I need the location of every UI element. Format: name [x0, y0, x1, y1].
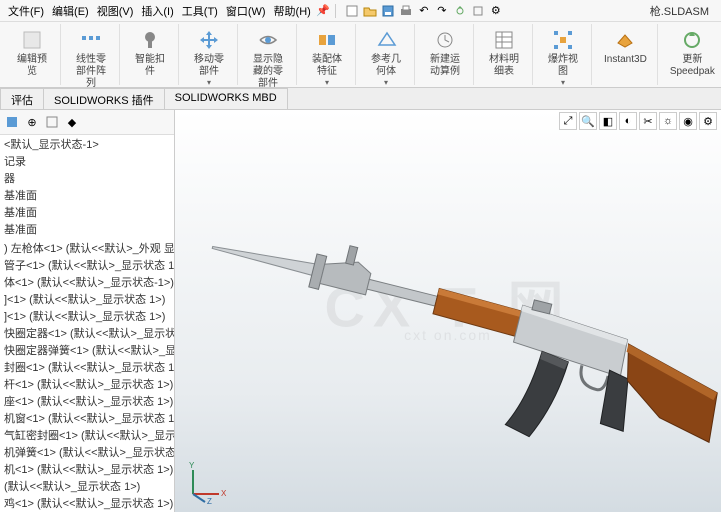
section-view-icon[interactable]: ✂	[639, 112, 657, 130]
tab-sw-mbd[interactable]: SOLIDWORKS MBD	[164, 88, 288, 109]
menu-view[interactable]: 视图(V)	[93, 1, 138, 21]
zoom-fit-icon[interactable]: ⤢	[559, 112, 577, 130]
exploded-view-button[interactable]: 爆炸视图▾	[541, 26, 585, 89]
quick-access-toolbar: ↶ ↷ ⚙	[344, 3, 504, 19]
display-style-icon[interactable]: ◐	[619, 112, 637, 130]
panel-tabs: ⊕ ◆	[0, 110, 174, 135]
command-tabs: 评估 SOLIDWORKS 插件 SOLIDWORKS MBD	[0, 88, 721, 110]
redo-icon[interactable]: ↷	[434, 3, 450, 19]
new-icon[interactable]	[344, 3, 360, 19]
document-title: 枪.SLDASM	[650, 3, 717, 19]
svg-text:Z: Z	[207, 497, 212, 504]
config-manager-icon[interactable]	[44, 114, 60, 130]
move-component-button[interactable]: 移动零部件▾	[187, 26, 231, 89]
menu-tools[interactable]: 工具(T)	[178, 1, 222, 21]
tree-item[interactable]: 基准面	[0, 188, 174, 205]
feature-manager-panel: ⊕ ◆ <默认_显示状态-1>记录器基准面基准面基准面) 左枪体<1> (默认<…	[0, 110, 175, 512]
property-manager-icon[interactable]: ⊕	[24, 114, 40, 130]
tree-item[interactable]: 气缸密封圈<1> (默认<<默认>_显示状态	[0, 428, 174, 445]
svg-text:Y: Y	[189, 461, 195, 470]
tree-item[interactable]: 机窗<1> (默认<<默认>_显示状态 1>)	[0, 411, 174, 428]
update-speedpak-button[interactable]: 更新Speedpak	[666, 26, 719, 80]
dim-expert-icon[interactable]: ◆	[64, 114, 80, 130]
tree-item[interactable]: 管子<1> (默认<<默认>_显示状态 1>)	[0, 258, 174, 275]
tree-item[interactable]: ]<1> (默认<<默认>_显示状态 1>)	[0, 309, 174, 326]
settings-icon[interactable]: ⚙	[488, 3, 504, 19]
tree-item[interactable]: ]<1> (默认<<默认>_显示状态 1>)	[0, 292, 174, 309]
model-rifle	[195, 180, 721, 480]
options-icon[interactable]	[470, 3, 486, 19]
tree-item[interactable]: 基准面	[0, 222, 174, 239]
view-triad[interactable]: Y X Z	[183, 460, 227, 504]
rebuild-icon[interactable]	[452, 3, 468, 19]
view-settings-icon[interactable]: ⚙	[699, 112, 717, 130]
menu-edit[interactable]: 编辑(E)	[48, 1, 93, 21]
save-icon[interactable]	[380, 3, 396, 19]
menu-file[interactable]: 文件(F)	[4, 1, 48, 21]
tree-item[interactable]: 座<1> (默认<<默认>_显示状态 1>)	[0, 394, 174, 411]
bom-button[interactable]: 材料明细表	[482, 26, 526, 80]
tree-item[interactable]: (默认<<默认>_显示状态 1>)	[0, 479, 174, 496]
tree-item[interactable]: 杆<1> (默认<<默认>_显示状态 1>)	[0, 377, 174, 394]
open-icon[interactable]	[362, 3, 378, 19]
menu-window[interactable]: 窗口(W)	[222, 1, 270, 21]
tree-item[interactable]: ) 左枪体<1> (默认<<默认>_外观 显示状	[0, 241, 174, 258]
tab-sw-plugin[interactable]: SOLIDWORKS 插件	[43, 88, 165, 109]
tree-item[interactable]: 快圈定器<1> (默认<<默认>_显示状态 1	[0, 326, 174, 343]
smart-fasteners-button[interactable]: 智能扣件	[128, 26, 172, 80]
edit-preview-button[interactable]: 编辑预览	[10, 26, 54, 80]
menu-bar: 文件(F) 编辑(E) 视图(V) 插入(I) 工具(T) 窗口(W) 帮助(H…	[0, 0, 721, 22]
appearance-icon[interactable]: ◉	[679, 112, 697, 130]
tree-item[interactable]: 封圈<1> (默认<<默认>_显示状态 1>)	[0, 360, 174, 377]
show-hidden-button[interactable]: 显示隐藏的零部件	[246, 26, 290, 92]
print-icon[interactable]	[398, 3, 414, 19]
graphics-viewport[interactable]: ⤢ 🔍 ◧ ◐ ✂ ☼ ◉ ⚙ CX T 网 cxt on.com	[175, 110, 721, 512]
tab-evaluate[interactable]: 评估	[0, 88, 44, 109]
main-area: ⊕ ◆ <默认_显示状态-1>记录器基准面基准面基准面) 左枪体<1> (默认<…	[0, 110, 721, 512]
tree-item[interactable]: <默认_显示状态-1>	[0, 137, 174, 154]
tree-item[interactable]: 鸡<1> (默认<<默认>_显示状态 1>)	[0, 496, 174, 512]
ribbon: 编辑预览 线性零部件阵列▾ 智能扣件 移动零部件▾ 显示隐藏的零部件 装配体特征…	[0, 22, 721, 88]
tree-item[interactable]: 基准面	[0, 205, 174, 222]
tree-item[interactable]: 器	[0, 171, 174, 188]
tree-item[interactable]: 记录	[0, 154, 174, 171]
menu-insert[interactable]: 插入(I)	[137, 1, 177, 21]
svg-text:X: X	[221, 489, 227, 498]
tree-item[interactable]: 机<1> (默认<<默认>_显示状态 1>)	[0, 462, 174, 479]
new-motion-study-button[interactable]: 新建运动算例	[423, 26, 467, 80]
assembly-features-button[interactable]: 装配体特征▾	[305, 26, 349, 89]
feature-tree[interactable]: <默认_显示状态-1>记录器基准面基准面基准面) 左枪体<1> (默认<<默认>…	[0, 135, 174, 512]
scene-icon[interactable]: ☼	[659, 112, 677, 130]
heads-up-toolbar: ⤢ 🔍 ◧ ◐ ✂ ☼ ◉ ⚙	[559, 112, 717, 130]
menu-help[interactable]: 帮助(H)	[270, 1, 315, 21]
view-orientation-icon[interactable]: ◧	[599, 112, 617, 130]
tree-item[interactable]: 机弹簧<1> (默认<<默认>_显示状态 1>)	[0, 445, 174, 462]
ref-geometry-button[interactable]: 参考几何体▾	[364, 26, 408, 89]
tree-item[interactable]: 快圈定器弹簧<1> (默认<<默认>_显示状	[0, 343, 174, 360]
instant3d-button[interactable]: Instant3D	[600, 26, 651, 68]
tree-item[interactable]: 体<1> (默认<<默认>_显示状态-1>)	[0, 275, 174, 292]
separator	[335, 4, 336, 18]
zoom-area-icon[interactable]: 🔍	[579, 112, 597, 130]
undo-icon[interactable]: ↶	[416, 3, 432, 19]
pushpin-icon[interactable]: 📌	[315, 3, 331, 19]
feature-tree-icon[interactable]	[4, 114, 20, 130]
